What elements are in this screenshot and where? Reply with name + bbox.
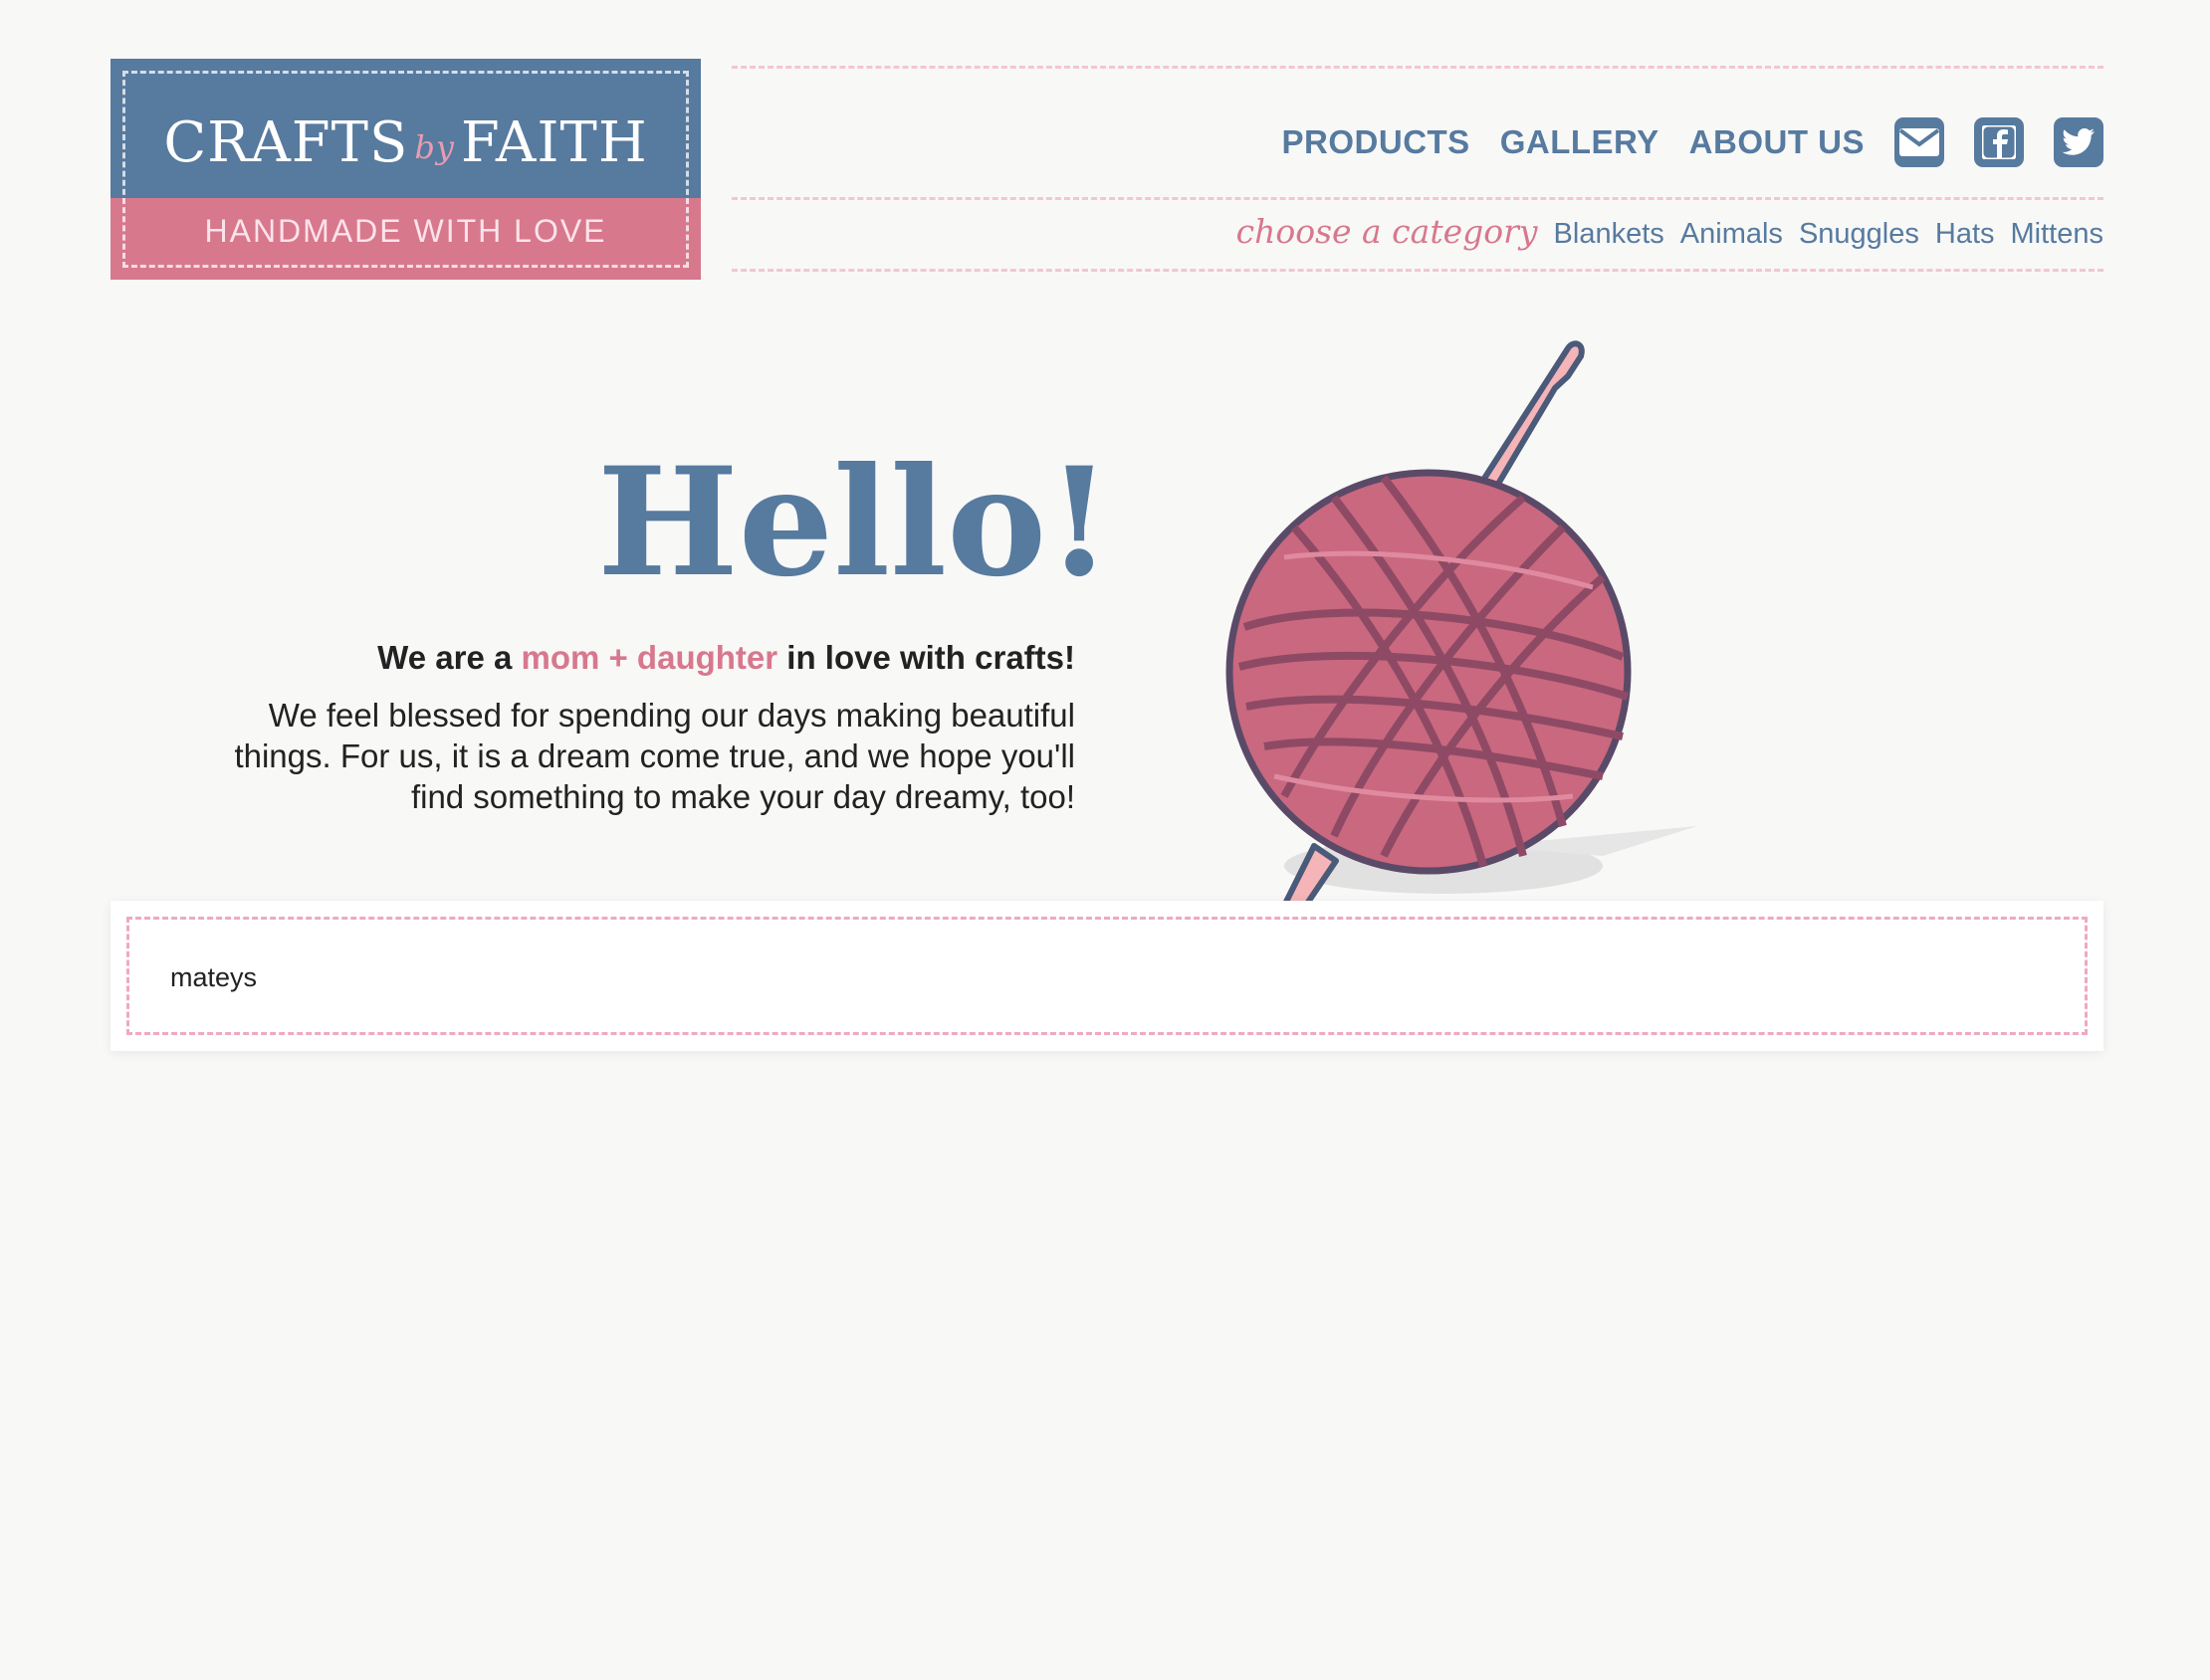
facebook-icon[interactable] <box>1974 117 2024 167</box>
intro-line-3: find something to make your day dreamy, … <box>410 778 1075 815</box>
logo-title-crafts: CRAFTS <box>163 110 409 175</box>
nav-gallery[interactable]: GALLERY <box>1500 123 1659 161</box>
logo-subtitle: HANDMADE WITH LOVE <box>204 213 607 249</box>
tagline-highlight: mom + daughter <box>521 639 778 676</box>
nav-products[interactable]: PRODUCTS <box>1282 123 1470 161</box>
category-label: choose a category <box>1235 212 1538 251</box>
twitter-icon[interactable] <box>2054 117 2103 167</box>
card-text: mateys <box>170 962 258 992</box>
intro-line-1: We feel blessed for spending our days ma… <box>268 697 1075 734</box>
nav-about-us[interactable]: ABOUT US <box>1689 123 1865 161</box>
category-hats[interactable]: Hats <box>1935 218 1995 251</box>
yarn-ball-icon <box>1225 340 1697 933</box>
content-card: mateys <box>110 901 2103 1051</box>
tagline-pre: We are a <box>377 639 522 676</box>
category-blankets[interactable]: Blankets <box>1554 218 1664 251</box>
intro-line-2: things. For us, it is a dream come true,… <box>234 737 1075 774</box>
hero-tagline: We are a mom + daughter in love with cra… <box>199 639 1075 677</box>
main-nav: PRODUCTS GALLERY ABOUT US <box>1282 117 2103 167</box>
category-nav: choose a category Blankets Animals Snugg… <box>1236 212 2103 256</box>
site-logo[interactable]: CRAFTS by FAITH HANDMADE WITH LOVE <box>110 59 701 280</box>
hero-heading: Hello! <box>597 435 1113 610</box>
header-divider-middle <box>732 197 2103 200</box>
header-divider-bottom <box>732 269 2103 272</box>
logo-title-by: by <box>414 127 455 166</box>
logo-title-faith: FAITH <box>460 110 648 175</box>
category-animals[interactable]: Animals <box>1680 218 1783 251</box>
category-snuggles[interactable]: Snuggles <box>1799 218 1919 251</box>
tagline-post: in love with crafts! <box>777 639 1075 676</box>
category-mittens[interactable]: Mittens <box>2011 218 2103 251</box>
header-divider-top <box>732 66 2103 69</box>
card-dashed-border <box>126 917 2088 1035</box>
hero-intro: We feel blessed for spending our days ma… <box>199 695 1075 817</box>
mail-icon[interactable] <box>1894 117 1944 167</box>
logo-title: CRAFTS by FAITH <box>110 110 701 175</box>
